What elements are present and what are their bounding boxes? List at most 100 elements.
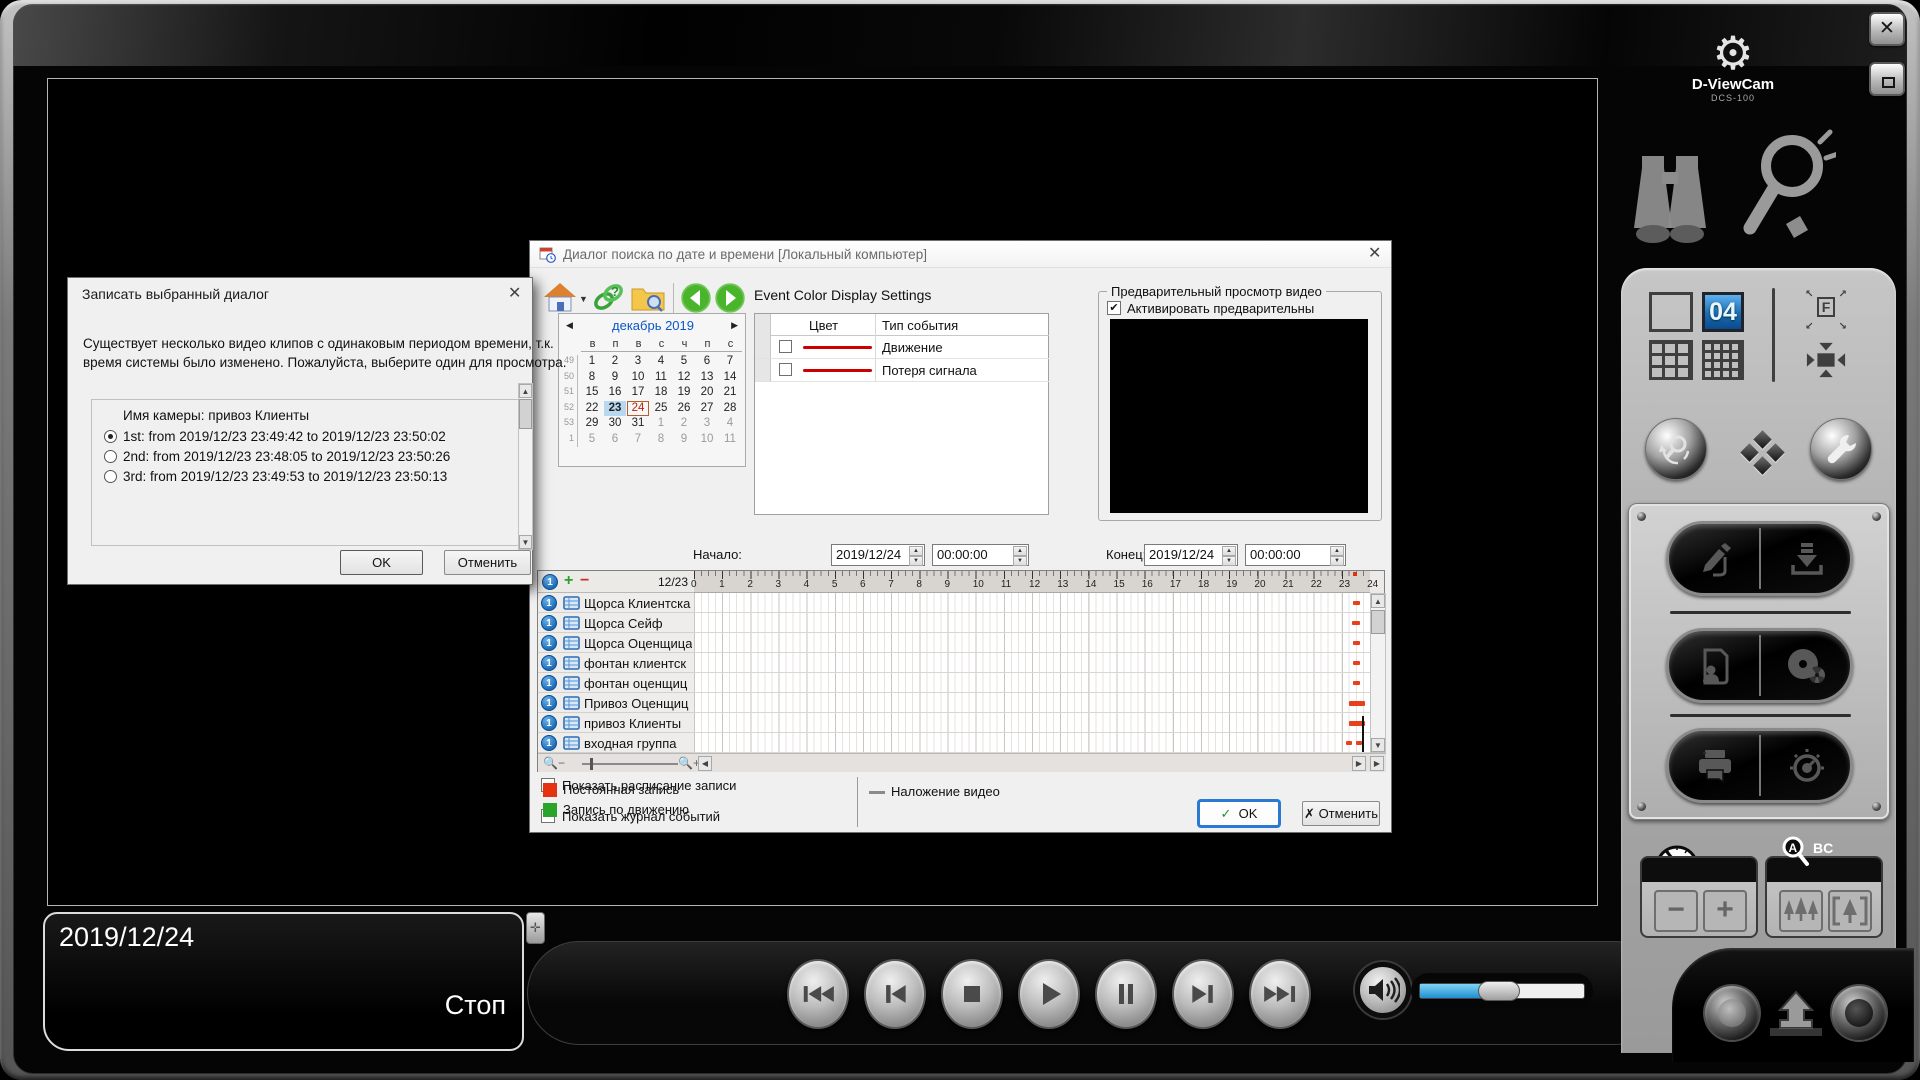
add-camera-icon[interactable]: +: [564, 572, 573, 590]
camera-row[interactable]: 1привоз Клиенты: [538, 713, 694, 733]
calendar-day[interactable]: 4: [719, 416, 741, 431]
calendar-day[interactable]: 28: [719, 401, 741, 416]
timeline-zoom-track[interactable]: [582, 763, 678, 765]
calendar-day[interactable]: 6: [696, 354, 718, 369]
zoom-in-timeline-icon[interactable]: 🔍+: [678, 756, 700, 770]
home-dropdown-icon[interactable]: ▼: [579, 294, 588, 304]
calendar-day[interactable]: 9: [604, 370, 626, 385]
calendar-day[interactable]: 10: [696, 432, 718, 447]
zoom-wide-button[interactable]: [1779, 890, 1823, 932]
start-date-spinner[interactable]: ▲▼: [909, 546, 923, 564]
camera-row[interactable]: 1Щорса Клиентска: [538, 593, 694, 613]
dialog-vscrollbar[interactable]: ▲ ▼: [518, 383, 533, 550]
start-time-spinner[interactable]: ▲▼: [1013, 546, 1027, 564]
compact-view-button[interactable]: [1805, 340, 1847, 380]
zoom-tele-button[interactable]: [1828, 890, 1872, 932]
calendar-day[interactable]: 31: [627, 416, 649, 431]
annotate-button[interactable]: [1695, 539, 1735, 579]
calendar-day[interactable]: 11: [650, 370, 672, 385]
calendar-day[interactable]: 8: [650, 432, 672, 447]
calendar-day[interactable]: 8: [581, 370, 603, 385]
calendar-day[interactable]: 26: [673, 401, 695, 416]
print-button[interactable]: [1693, 746, 1737, 786]
download-button[interactable]: [1787, 539, 1827, 579]
clip-option-radio[interactable]: [104, 430, 117, 443]
calendar-prev-icon[interactable]: ◀: [566, 320, 573, 331]
layout-single-button[interactable]: [1649, 292, 1693, 332]
calendar-day[interactable]: 13: [696, 370, 718, 385]
go-to-start-button[interactable]: [787, 959, 849, 1029]
vscroll-thumb[interactable]: [519, 399, 532, 429]
calendar-day[interactable]: 3: [696, 416, 718, 431]
calendar-day[interactable]: 17: [627, 385, 649, 400]
calendar-day[interactable]: 22: [581, 401, 603, 416]
stop-button[interactable]: [941, 959, 1003, 1029]
previous-day-button[interactable]: [681, 283, 711, 313]
calendar-day[interactable]: 27: [696, 401, 718, 416]
event-color-checkbox[interactable]: [779, 363, 792, 376]
calendar-day[interactable]: 29: [581, 416, 603, 431]
calendar-day[interactable]: 1: [581, 354, 603, 369]
calendar-day[interactable]: 3: [627, 354, 649, 369]
calendar-day[interactable]: 5: [581, 432, 603, 447]
calendar-day[interactable]: 18: [650, 385, 672, 400]
calendar-day[interactable]: 21: [719, 385, 741, 400]
end-time-spinner[interactable]: ▲▼: [1330, 546, 1344, 564]
volume-button[interactable]: [1355, 962, 1411, 1018]
end-date-spinner[interactable]: ▲▼: [1222, 546, 1236, 564]
event-color-checkbox[interactable]: [779, 340, 792, 353]
close-dialog-icon[interactable]: ✕: [508, 286, 521, 302]
scroll-left-icon[interactable]: ◀: [698, 756, 712, 771]
previous-frame-button[interactable]: [864, 959, 926, 1029]
calendar-day[interactable]: 15: [581, 385, 603, 400]
remove-camera-icon[interactable]: −: [580, 572, 589, 590]
folder-search-button[interactable]: [630, 283, 666, 313]
splitter-handle[interactable]: ✛: [526, 912, 545, 944]
scroll-down-icon[interactable]: ▼: [1371, 738, 1385, 752]
record-indicator-button[interactable]: [1705, 986, 1759, 1040]
calendar-day[interactable]: 2: [604, 354, 626, 369]
link-search-button[interactable]: ?: [591, 282, 625, 314]
calendar-month-label[interactable]: декабрь 2019: [579, 318, 727, 333]
end-date-field[interactable]: 2019/12/24 ▲▼: [1144, 544, 1238, 566]
camera-row[interactable]: 1входная группа: [538, 733, 694, 753]
search-magnifier-icon[interactable]: [1740, 128, 1836, 254]
start-date-field[interactable]: 2019/12/24 ▲▼: [831, 544, 925, 566]
timeline-cursor[interactable]: [1362, 716, 1364, 752]
calendar-day[interactable]: 2: [673, 416, 695, 431]
camera-row[interactable]: 1Щорса Оценщица: [538, 633, 694, 653]
close-dialog-icon[interactable]: ✕: [1368, 246, 1381, 262]
clip-option-radio[interactable]: [104, 470, 117, 483]
calendar-day[interactable]: 7: [719, 354, 741, 369]
speed-increase-button[interactable]: +: [1703, 890, 1747, 932]
calendar-day[interactable]: 4: [650, 354, 672, 369]
home-button[interactable]: [543, 281, 577, 315]
layout-grid9-button[interactable]: [1649, 340, 1693, 380]
clip-option-radio[interactable]: [104, 450, 117, 463]
event-row-selector[interactable]: [755, 359, 771, 381]
next-frame-button[interactable]: [1172, 959, 1234, 1029]
calendar-day[interactable]: 20: [696, 385, 718, 400]
calendar-day[interactable]: 1: [650, 416, 672, 431]
upload-arrow-icon[interactable]: [1768, 990, 1824, 1038]
start-time-field[interactable]: 00:00:00 ▲▼: [932, 544, 1029, 566]
settings-button[interactable]: [1810, 418, 1872, 480]
timeline-vscrollbar[interactable]: ▲ ▼: [1370, 593, 1386, 753]
camera-row[interactable]: 1фонтан клиентск: [538, 653, 694, 673]
pause-button[interactable]: [1095, 959, 1157, 1029]
calendar-day[interactable]: 7: [627, 432, 649, 447]
calendar-day[interactable]: 30: [604, 416, 626, 431]
camera-row[interactable]: 1фонтан оценщиц: [538, 673, 694, 693]
play-button[interactable]: [1018, 959, 1080, 1029]
event-row-selector[interactable]: [755, 336, 771, 358]
enable-preview-checkbox[interactable]: ✔: [1107, 301, 1121, 315]
timeline-grid[interactable]: [694, 593, 1370, 753]
pan-control[interactable]: [1743, 433, 1781, 471]
dialog-titlebar[interactable]: Записать выбранный диалог ✕: [68, 278, 532, 308]
search-ok-button[interactable]: ✓ OK: [1199, 801, 1279, 826]
calendar-day[interactable]: 10: [627, 370, 649, 385]
scroll-up-icon[interactable]: ▲: [519, 384, 532, 398]
scroll-corner-icon[interactable]: ▶: [1370, 756, 1384, 771]
calendar-day[interactable]: 23: [604, 401, 626, 416]
record-ok-button[interactable]: OK: [340, 550, 423, 575]
